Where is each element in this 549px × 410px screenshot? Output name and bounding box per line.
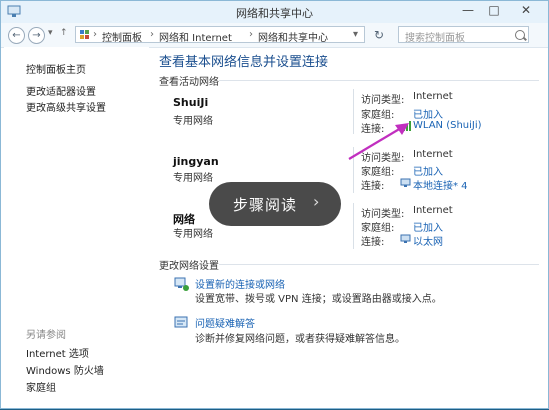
troubleshoot-link[interactable]: 问题疑难解答 — [195, 315, 255, 330]
connection-wlan-link[interactable]: WLAN (ShuiJi) — [413, 120, 482, 131]
address-bar[interactable]: › 控制面板 › 网络和 Internet › 网络和共享中心 ▾ — [75, 26, 365, 44]
troubleshoot-desc: 诊断并修复网络问题，或者获得疑难解答信息。 — [195, 334, 405, 345]
control-panel-icon — [80, 30, 89, 39]
title-bar: 网络和共享中心 — □ ✕ — [1, 1, 548, 23]
change-settings-label: 更改网络设置 — [159, 261, 219, 272]
breadcrumb-control-panel[interactable]: 控制面板 — [102, 29, 142, 44]
window: 网络和共享中心 — □ ✕ ← → ▾ ↑ › 控制面板 › 网络和 Inter… — [0, 0, 549, 409]
sidebar-link-advanced-sharing-settings[interactable]: 更改高级共享设置 — [26, 99, 106, 114]
see-also-homegroup[interactable]: 家庭组 — [26, 379, 56, 394]
setup-new-connection-desc: 设置宽带、拨号或 VPN 连接；或设置路由器或接入点。 — [195, 294, 442, 305]
address-toolbar: ← → ▾ ↑ › 控制面板 › 网络和 Internet › 网络和共享中心 … — [1, 23, 548, 48]
breadcrumb-separator-icon: › — [249, 29, 253, 40]
breadcrumb-separator-icon: › — [150, 29, 154, 40]
network-type[interactable]: 专用网络 — [173, 225, 213, 240]
homegroup-joined-link[interactable]: 已加入 — [413, 106, 443, 121]
access-type-value: Internet — [413, 149, 453, 160]
access-type-label: 访问类型: — [361, 209, 405, 220]
close-button[interactable]: ✕ — [515, 3, 537, 17]
connection-label: 连接: — [361, 124, 385, 135]
connection-ethernet-link[interactable]: 以太网 — [413, 233, 443, 248]
sidebar-link-control-panel-home[interactable]: 控制面板主页 — [26, 61, 86, 76]
breadcrumb-separator-icon: › — [93, 29, 97, 40]
network-divider — [353, 89, 354, 134]
search-input[interactable]: 搜索控制面板 — [398, 26, 529, 44]
search-placeholder: 搜索控制面板 — [405, 33, 465, 44]
search-icon[interactable] — [515, 30, 525, 40]
address-dropdown-icon[interactable]: ▾ — [353, 29, 358, 40]
step-reading-label: 步骤阅读 — [233, 196, 298, 214]
minimize-button[interactable]: — — [457, 3, 479, 17]
network-type[interactable]: 专用网络 — [173, 112, 213, 127]
connection-label: 连接: — [361, 237, 385, 248]
homegroup-label: 家庭组: — [361, 167, 395, 178]
forward-arrow-icon[interactable]: → — [28, 27, 45, 44]
setup-new-connection-link[interactable]: 设置新的连接或网络 — [195, 276, 285, 291]
active-networks-label: 查看活动网络 — [159, 77, 219, 88]
homegroup-joined-link[interactable]: 已加入 — [413, 163, 443, 178]
see-also-windows-firewall[interactable]: Windows 防火墙 — [26, 362, 104, 377]
refresh-icon[interactable]: ↻ — [374, 28, 384, 42]
network-divider — [353, 203, 354, 249]
homegroup-label: 家庭组: — [361, 110, 395, 121]
homegroup-label: 家庭组: — [361, 223, 395, 234]
sidebar-link-change-adapter-settings[interactable]: 更改适配器设置 — [26, 83, 96, 98]
back-arrow-icon[interactable]: ← — [8, 27, 25, 44]
sidebar: 控制面板主页 更改适配器设置 更改高级共享设置 另请参阅 Internet 选项… — [4, 47, 149, 405]
network-type[interactable]: 专用网络 — [173, 169, 213, 184]
see-also-internet-options[interactable]: Internet 选项 — [26, 345, 89, 360]
troubleshoot-icon — [174, 316, 188, 328]
connection-local-link[interactable]: 本地连接* 4 — [413, 177, 468, 192]
section-divider — [219, 264, 539, 265]
access-type-label: 访问类型: — [361, 153, 405, 164]
breadcrumb-network-sharing-center[interactable]: 网络和共享中心 — [258, 29, 328, 44]
network-divider — [353, 147, 354, 193]
page-title: 查看基本网络信息并设置连接 — [159, 55, 329, 70]
homegroup-joined-link[interactable]: 已加入 — [413, 219, 443, 234]
network-name: ShuiJi — [173, 96, 209, 109]
see-also-heading: 另请参阅 — [26, 330, 66, 341]
access-type-value: Internet — [413, 205, 453, 216]
section-divider — [219, 80, 539, 81]
recent-pages-chevron-icon[interactable]: ▾ — [48, 28, 53, 38]
ethernet-icon — [400, 234, 411, 243]
breadcrumb-network-internet[interactable]: 网络和 Internet — [159, 29, 232, 44]
wifi-signal-icon — [400, 121, 411, 131]
step-reading-button[interactable]: 步骤阅读 › — [209, 182, 341, 226]
chevron-right-icon: › — [313, 192, 320, 211]
access-type-value: Internet — [413, 91, 453, 102]
main-content: 查看基本网络信息并设置连接 查看活动网络 ShuiJi 专用网络 访问类型: I… — [151, 47, 547, 405]
network-name: jingyan — [173, 155, 219, 168]
new-connection-icon — [174, 277, 189, 291]
local-connection-icon — [400, 178, 411, 187]
connection-label: 连接: — [361, 181, 385, 192]
access-type-label: 访问类型: — [361, 95, 405, 106]
maximize-button[interactable]: □ — [483, 3, 505, 17]
up-arrow-icon[interactable]: ↑ — [60, 28, 68, 38]
